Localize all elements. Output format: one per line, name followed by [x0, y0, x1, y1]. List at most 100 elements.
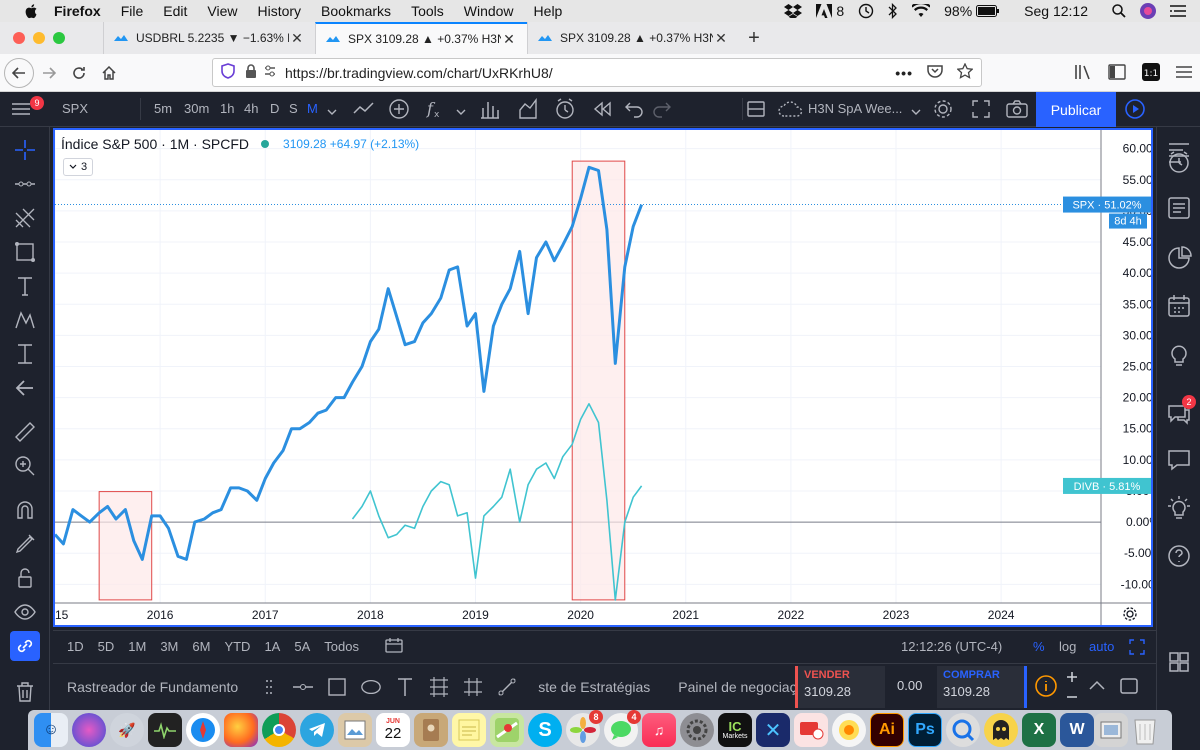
menu-app-name[interactable]: Firefox [54, 3, 101, 19]
interval-dropdown-chevron-icon[interactable] [327, 104, 337, 119]
float-ellipse-icon[interactable] [360, 676, 382, 698]
browser-tab-spx[interactable]: SPX 3109.28 ▲ +0.37% H3N Sp ✕ [527, 22, 739, 54]
bookmark-star-icon[interactable] [956, 62, 974, 82]
calendar-app-icon[interactable]: JUN 22 [376, 713, 410, 747]
safari-compass-icon[interactable] [186, 713, 220, 747]
spotlight-icon[interactable] [1112, 4, 1126, 18]
settings-gear-icon[interactable] [932, 98, 954, 123]
tab-close-icon[interactable]: ✕ [289, 30, 305, 47]
indicators-chevron-icon[interactable] [456, 104, 466, 119]
interval-m-active[interactable]: M [307, 101, 318, 116]
highlight-rectangle[interactable] [571, 160, 626, 601]
expand-icon[interactable] [1129, 639, 1145, 658]
photoshop-icon[interactable]: Ps [908, 713, 942, 747]
music-note-icon[interactable]: ♫ [642, 713, 676, 747]
sync-link-icon[interactable] [10, 631, 40, 661]
maps-icon[interactable] [490, 713, 524, 747]
compare-symbol-plus-icon[interactable] [388, 98, 410, 123]
messages-icon[interactable]: 4 [604, 710, 641, 747]
interval-4h[interactable]: 4h [244, 101, 258, 116]
url-text[interactable]: https://br.tradingview.com/chart/UxRKrhU… [285, 65, 553, 81]
legend-symbol-title[interactable]: Índice S&P 500 · 1M · SPCFD [61, 136, 249, 152]
finder-icon[interactable]: ☺ [34, 713, 68, 747]
crosshair-cursor-icon[interactable] [10, 135, 40, 165]
notes-icon[interactable] [452, 713, 486, 747]
range-1d[interactable]: 1D [67, 639, 84, 654]
help-question-icon[interactable] [1164, 541, 1194, 571]
zoom-window-icon[interactable] [53, 32, 65, 44]
data-window-icon[interactable] [1164, 193, 1194, 223]
range-3m[interactable]: 3M [160, 639, 178, 654]
auto-scale-toggle[interactable]: auto [1089, 639, 1114, 654]
chrome-icon[interactable] [262, 713, 296, 747]
timezone-clock[interactable]: 12:12:26 (UTC-4) [901, 639, 1002, 654]
menu-edit[interactable]: Edit [163, 3, 187, 19]
tab-close-icon[interactable]: ✕ [501, 31, 517, 48]
pocket-icon[interactable] [927, 64, 943, 81]
cyberghost-icon[interactable] [984, 713, 1018, 747]
fullscreen-icon[interactable] [970, 98, 992, 123]
photos-flower-icon[interactable]: 8 [566, 710, 603, 747]
skype-icon[interactable]: S [528, 713, 562, 747]
preview-photos-icon[interactable] [338, 713, 372, 747]
screen-share-icon[interactable] [794, 713, 828, 747]
siri-icon[interactable] [1140, 3, 1156, 19]
notification-center-icon[interactable] [1170, 5, 1186, 17]
publish-button[interactable]: Publicar [1036, 92, 1116, 127]
interval-s[interactable]: S [289, 101, 298, 116]
contacts-book-icon[interactable] [414, 713, 448, 747]
buy-button[interactable]: COMPRAR 3109.28 [937, 666, 1027, 708]
layout-chevron-icon[interactable] [911, 104, 921, 119]
ruler-measure-icon[interactable] [10, 417, 40, 447]
apple-icon[interactable] [24, 3, 40, 19]
prediction-tool-icon[interactable] [10, 339, 40, 369]
magnet-icon[interactable] [10, 495, 40, 525]
crypto-x-icon[interactable]: ✕ [756, 713, 790, 747]
chats-icon[interactable]: 2 [1164, 395, 1196, 429]
back-arrow-icon[interactable] [4, 57, 34, 88]
range-all[interactable]: Todos [324, 639, 359, 654]
reload-icon[interactable] [64, 58, 94, 88]
trash-can-icon[interactable] [1128, 713, 1162, 747]
interval-1h[interactable]: 1h [220, 101, 234, 116]
chart-style-line-icon[interactable] [352, 99, 376, 122]
time-machine-icon[interactable] [858, 3, 874, 19]
extension-icon[interactable]: 1:1 [1142, 62, 1160, 84]
dropbox-icon[interactable] [784, 4, 803, 18]
snapshot-camera-icon[interactable] [1005, 98, 1029, 123]
range-5a[interactable]: 5A [294, 639, 310, 654]
log-scale-toggle[interactable]: log [1059, 639, 1076, 654]
tv-main-menu-icon[interactable]: 9 [10, 96, 44, 122]
range-6m[interactable]: 6M [192, 639, 210, 654]
system-preferences-gear-icon[interactable] [680, 713, 714, 747]
chart-settings-gear-icon[interactable] [1123, 607, 1137, 621]
sell-button[interactable]: VENDER 3109.28 [795, 666, 885, 708]
interval-5m[interactable]: 5m [154, 101, 172, 116]
bluetooth-icon[interactable] [888, 3, 898, 19]
interval-d[interactable]: D [270, 101, 279, 116]
alerts-clock-icon[interactable] [1164, 147, 1194, 177]
quantity-plus-icon[interactable] [1063, 668, 1081, 689]
order-info-icon[interactable] [1035, 675, 1057, 700]
browser-tab-spx-active[interactable]: SPX 3109.28 ▲ +0.37% H3N Sp ✕ [315, 22, 527, 54]
float-rectangle-icon[interactable] [326, 676, 348, 698]
range-1a[interactable]: 1A [264, 639, 280, 654]
menu-file[interactable]: File [121, 3, 144, 19]
forward-arrow-icon[interactable] [34, 58, 64, 88]
zoom-in-icon[interactable] [10, 451, 40, 481]
ideas-lightbulb-icon[interactable] [1164, 339, 1194, 369]
float-trendline-icon[interactable] [496, 676, 518, 698]
minimize-window-icon[interactable] [33, 32, 45, 44]
layout-name[interactable]: H3N SpA Wee... [808, 101, 902, 116]
tab-fundamental-screener[interactable]: Rastreador de Fundamento [53, 679, 252, 695]
word-icon[interactable]: W [1060, 713, 1094, 747]
price-chart[interactable]: 2015 2016 2017 2018 2019 2020 2021 2022 2023 2024… [55, 130, 1151, 625]
float-text-icon[interactable] [394, 676, 416, 698]
object-tree-icon[interactable] [1164, 647, 1194, 677]
alert-clock-icon[interactable] [554, 97, 576, 124]
float-horizontal-line-icon[interactable] [292, 676, 314, 698]
float-gann-icon[interactable] [462, 676, 484, 698]
financials-bars-icon[interactable] [480, 98, 500, 123]
float-fib-icon[interactable] [428, 676, 450, 698]
notifications-bulb-icon[interactable] [1164, 493, 1194, 523]
